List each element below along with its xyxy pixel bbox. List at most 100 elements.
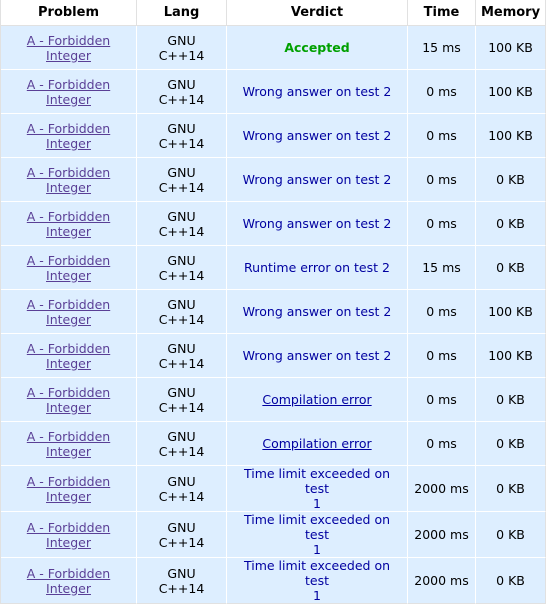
lang-line2: C++14 [158, 534, 205, 550]
time-cell: 15 ms [408, 246, 476, 290]
problem-link-line2[interactable]: Integer [4, 535, 133, 550]
problem-link-line2[interactable]: Integer [4, 136, 133, 151]
table-row: A - Forbidden Integer GNU C++14 Time limit e… [1, 558, 546, 604]
problem-link-line1[interactable]: A - Forbidden [4, 165, 133, 180]
problem-link-line1[interactable]: A - Forbidden [4, 77, 133, 92]
problem-link[interactable]: A - Forbidden Integer [4, 297, 133, 327]
time-cell: 0 ms [408, 202, 476, 246]
problem-link-line2[interactable]: Integer [4, 356, 133, 371]
problem-link-line2[interactable]: Integer [4, 48, 133, 63]
verdict-cell: Wrong answer on test 2 [227, 114, 408, 158]
problem-link[interactable]: A - Forbidden Integer [4, 165, 133, 195]
lang-line2: C++14 [158, 311, 205, 327]
problem-link-line2[interactable]: Integer [4, 224, 133, 239]
problem-link[interactable]: A - Forbidden Integer [4, 341, 133, 371]
lang-cell: GNU C++14 [137, 26, 227, 70]
problem-link-line1[interactable]: A - Forbidden [4, 121, 133, 136]
problem-link-line2[interactable]: Integer [4, 444, 133, 459]
table-row: A - Forbidden Integer GNU C++14 Wrong answer… [1, 290, 546, 334]
lang-line1: GNU [167, 473, 196, 489]
lang-line1: GNU [167, 340, 196, 356]
verdict-cell: Wrong answer on test 2 [227, 334, 408, 378]
table-row: A - Forbidden Integer GNU C++14 Compilation … [1, 378, 546, 422]
time-cell: 15 ms [408, 26, 476, 70]
verdict-link[interactable]: Compilation error [262, 392, 371, 407]
problem-cell: A - Forbidden Integer [1, 378, 137, 422]
problem-link-line2[interactable]: Integer [4, 489, 133, 504]
verdict-cell: Time limit exceeded on test 1 [227, 558, 408, 604]
memory-cell: 100 KB [476, 334, 546, 378]
lang-line1: GNU [167, 208, 196, 224]
verdict-cell: Time limit exceeded on test 1 [227, 512, 408, 558]
lang-line2: C++14 [158, 91, 205, 107]
problem-link-line1[interactable]: A - Forbidden [4, 253, 133, 268]
verdict-text: Wrong answer on test 2 [242, 304, 392, 319]
problem-link-line1[interactable]: A - Forbidden [4, 385, 133, 400]
verdict-text: Wrong answer on test 2 [242, 84, 392, 99]
time-cell: 0 ms [408, 422, 476, 466]
problem-link-line1[interactable]: A - Forbidden [4, 566, 133, 581]
problem-cell: A - Forbidden Integer [1, 202, 137, 246]
verdict-link[interactable]: Compilation error [262, 436, 371, 451]
problem-link[interactable]: A - Forbidden Integer [4, 474, 133, 504]
memory-cell: 100 KB [476, 70, 546, 114]
lang-cell: GNU C++14 [137, 158, 227, 202]
problem-cell: A - Forbidden Integer [1, 70, 137, 114]
problem-link[interactable]: A - Forbidden Integer [4, 385, 133, 415]
problem-link[interactable]: A - Forbidden Integer [4, 253, 133, 283]
problem-link-line1[interactable]: A - Forbidden [4, 33, 133, 48]
verdict-text: Wrong answer on test 2 [242, 128, 392, 143]
problem-link[interactable]: A - Forbidden Integer [4, 33, 133, 63]
verdict-cell: Wrong answer on test 2 [227, 158, 408, 202]
lang-cell: GNU C++14 [137, 466, 227, 512]
verdict-text-line2: 1 [313, 542, 321, 557]
problem-link-line2[interactable]: Integer [4, 581, 133, 596]
problem-link-line1[interactable]: A - Forbidden [4, 209, 133, 224]
lang-cell: GNU C++14 [137, 290, 227, 334]
time-cell: 2000 ms [408, 512, 476, 558]
lang-cell: GNU C++14 [137, 512, 227, 558]
lang-line1: GNU [167, 296, 196, 312]
problem-link-line1[interactable]: A - Forbidden [4, 429, 133, 444]
problem-link-line2[interactable]: Integer [4, 180, 133, 195]
verdict-text: Wrong answer on test 2 [242, 348, 392, 363]
table-row: A - Forbidden Integer GNU C++14 Wrong answer… [1, 334, 546, 378]
verdict-text-line1: Time limit exceeded on test [243, 558, 391, 588]
time-cell: 0 ms [408, 378, 476, 422]
verdict-text: Wrong answer on test 2 [242, 216, 392, 231]
problem-link-line2[interactable]: Integer [4, 268, 133, 283]
problem-link[interactable]: A - Forbidden Integer [4, 209, 133, 239]
problem-link-line2[interactable]: Integer [4, 400, 133, 415]
table-row: A - Forbidden Integer GNU C++14 Wrong answer… [1, 70, 546, 114]
verdict-text-line2: 1 [313, 496, 321, 511]
problem-link-line2[interactable]: Integer [4, 92, 133, 107]
table-row: A - Forbidden Integer GNU C++14 Runtime erro… [1, 246, 546, 290]
problem-link-line1[interactable]: A - Forbidden [4, 341, 133, 356]
problem-link-line1[interactable]: A - Forbidden [4, 520, 133, 535]
lang-line2: C++14 [158, 135, 205, 151]
verdict-cell: Time limit exceeded on test 1 [227, 466, 408, 512]
lang-line2: C++14 [158, 488, 205, 504]
memory-cell: 0 KB [476, 202, 546, 246]
verdict-cell: Runtime error on test 2 [227, 246, 408, 290]
problem-link[interactable]: A - Forbidden Integer [4, 566, 133, 596]
problem-cell: A - Forbidden Integer [1, 114, 137, 158]
problem-cell: A - Forbidden Integer [1, 466, 137, 512]
lang-line1: GNU [167, 76, 196, 92]
problem-link-line1[interactable]: A - Forbidden [4, 474, 133, 489]
problem-link[interactable]: A - Forbidden Integer [4, 121, 133, 151]
problem-link[interactable]: A - Forbidden Integer [4, 520, 133, 550]
problem-link-line2[interactable]: Integer [4, 312, 133, 327]
verdict-cell: Compilation error [227, 378, 408, 422]
problem-link-line1[interactable]: A - Forbidden [4, 297, 133, 312]
column-header-problem: Problem [1, 0, 137, 26]
lang-line2: C++14 [158, 223, 205, 239]
problem-link[interactable]: A - Forbidden Integer [4, 77, 133, 107]
lang-line2: C++14 [158, 443, 205, 459]
time-cell: 0 ms [408, 70, 476, 114]
verdict-text-line2: 1 [313, 588, 321, 603]
problem-link[interactable]: A - Forbidden Integer [4, 429, 133, 459]
memory-cell: 100 KB [476, 290, 546, 334]
verdict-cell: Wrong answer on test 2 [227, 290, 408, 334]
submissions-table: Problem Lang Verdict Time Memory A - For… [0, 0, 546, 604]
